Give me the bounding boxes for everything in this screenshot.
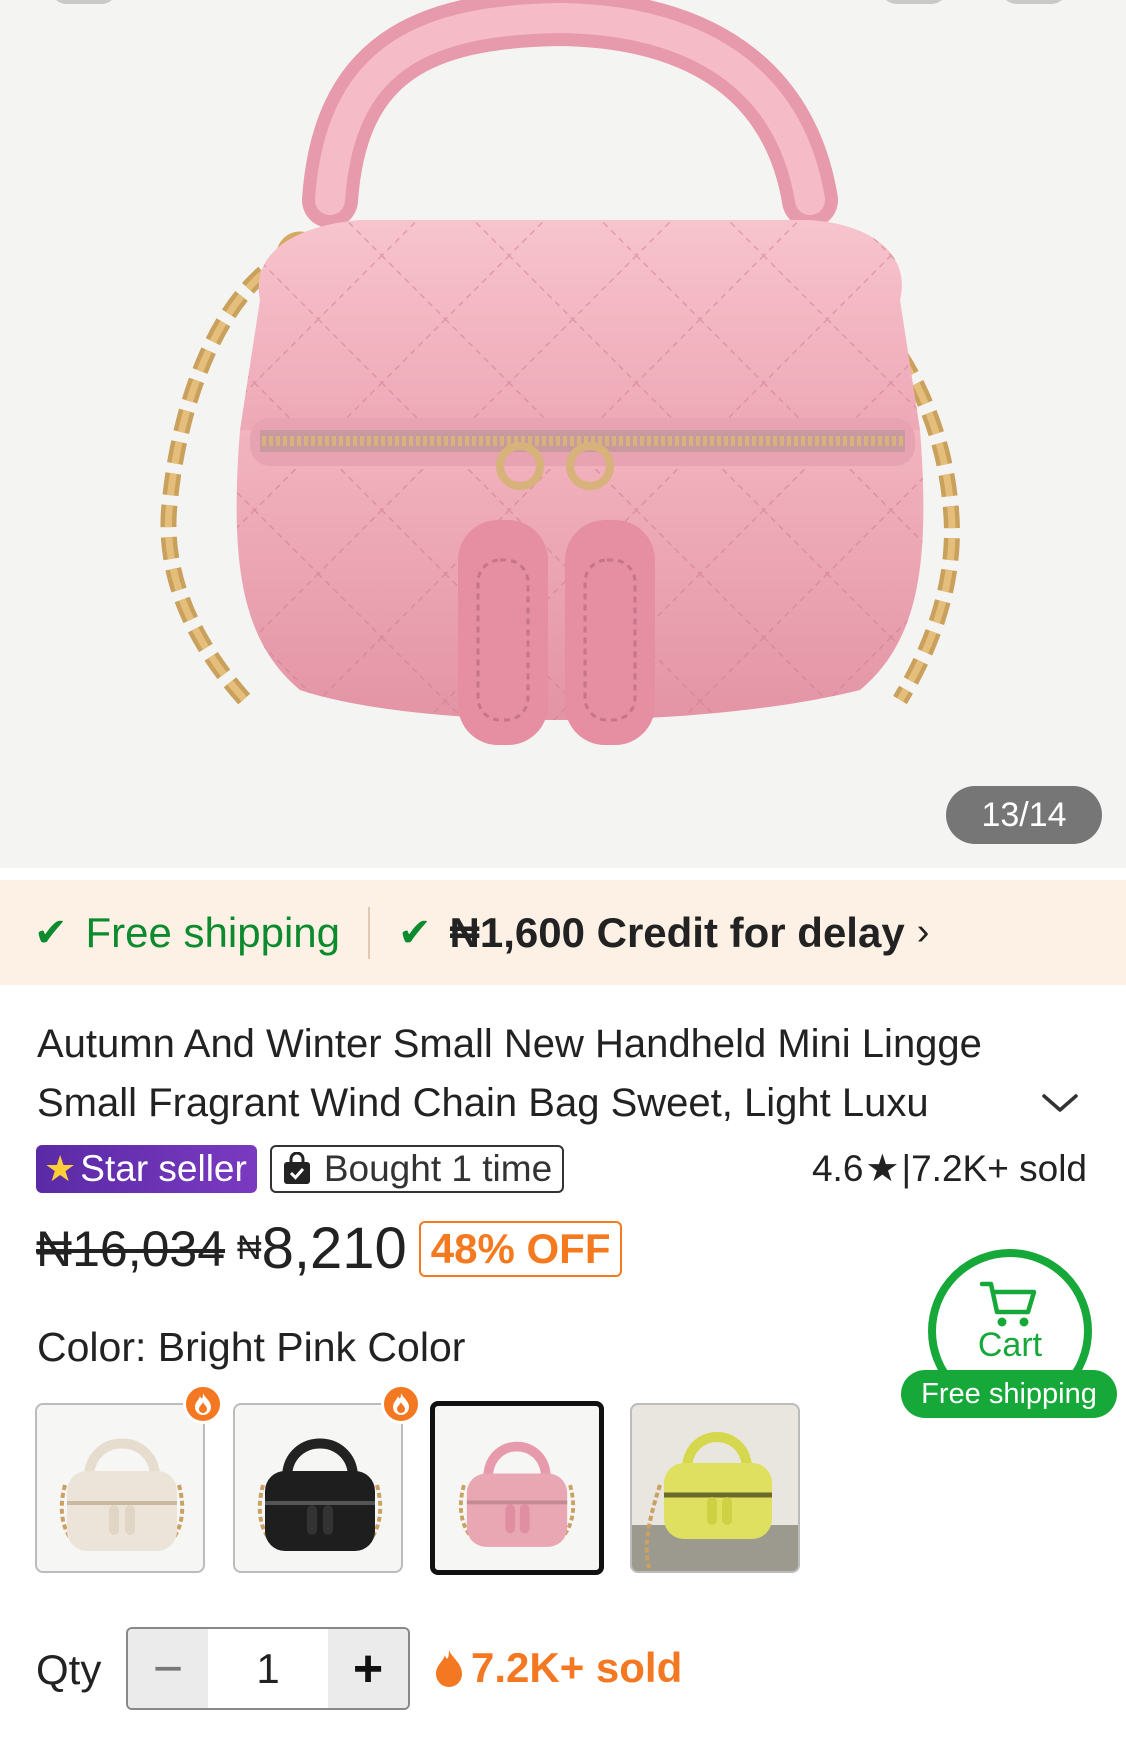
cart-icon[interactable]: [978, 1278, 1040, 1330]
bought-label: Bought 1 time: [323, 1148, 553, 1189]
pink-bag-thumbnail: [458, 1441, 576, 1547]
rating-value: 4.6: [811, 1147, 864, 1189]
color-swatch-cream[interactable]: [35, 1403, 205, 1573]
shopping-bag-check-icon: [283, 1152, 310, 1184]
selected-color-name: Bright Pink Color: [157, 1324, 466, 1370]
check-icon: ✔: [398, 910, 432, 955]
shipping-banner[interactable]: ✔ Free shipping ✔ ₦1,600 Credit for dela…: [0, 880, 1126, 985]
product-title[interactable]: Autumn And Winter Small New Handheld Min…: [37, 1015, 1037, 1133]
image-counter: 13/14: [946, 786, 1102, 844]
rating-divider: |: [901, 1147, 912, 1189]
free-shipping-item[interactable]: ✔ Free shipping: [34, 909, 340, 957]
free-shipping-text: Free shipping: [85, 908, 340, 956]
color-swatch-pink[interactable]: [430, 1401, 604, 1575]
credit-delay-item[interactable]: ✔ ₦1,600 Credit for delay ›: [398, 909, 929, 957]
qty-decrease-button[interactable]: −: [128, 1629, 208, 1708]
color-swatch-black[interactable]: [233, 1403, 403, 1573]
qty-label: Qty: [36, 1646, 102, 1693]
hot-sold-text: 7.2K+ sold: [471, 1644, 683, 1691]
cart-free-shipping-badge[interactable]: Free shipping: [901, 1370, 1117, 1418]
star-icon: ★: [865, 1148, 900, 1190]
bought-badge: Bought 1 time: [269, 1145, 565, 1193]
original-price: ₦16,034: [36, 1220, 226, 1277]
current-price: 8,210: [261, 1216, 407, 1281]
hot-sold-indicator: 7.2K+ sold: [433, 1644, 682, 1692]
color-label-prefix: Color:: [37, 1324, 147, 1370]
check-icon: ✔: [34, 910, 68, 955]
currency-symbol: ₦: [237, 1229, 262, 1267]
banner-divider: [368, 906, 370, 959]
qty-increase-button[interactable]: +: [328, 1629, 408, 1708]
price-row: ₦16,034 ₦ 8,210 48% OFF: [36, 1215, 623, 1282]
cart-label[interactable]: Cart: [928, 1326, 1092, 1365]
sold-count: 7.2K+ sold: [911, 1147, 1087, 1189]
product-image-gallery[interactable]: 13/14: [0, 0, 1126, 868]
product-title-line-1: Autumn And Winter Small New Handheld Min…: [37, 1022, 982, 1066]
badges-row: ★ Star seller Bought 1 time: [36, 1144, 565, 1194]
flame-icon: [436, 1650, 462, 1687]
quantity-stepper[interactable]: − 1 +: [126, 1627, 410, 1710]
black-bag-thumbnail: [257, 1438, 383, 1551]
star-seller-badge[interactable]: ★ Star seller: [36, 1145, 257, 1193]
hot-flame-icon: [381, 1384, 421, 1424]
rating-summary[interactable]: 4.6 ★ | 7.2K+ sold: [812, 1146, 1087, 1191]
star-seller-label: Star seller: [80, 1148, 247, 1189]
chevron-right-icon: ›: [916, 911, 930, 953]
discount-badge: 48% OFF: [418, 1220, 623, 1277]
star-icon: ★: [44, 1148, 77, 1189]
product-title-line-2: Small Fragrant Wind Chain Bag Sweet, Lig…: [37, 1081, 929, 1125]
pink-bag-image: [160, 0, 960, 745]
cream-bag-thumbnail: [59, 1438, 185, 1551]
chevron-down-icon[interactable]: [1040, 1088, 1080, 1118]
color-swatch-yellow[interactable]: [630, 1403, 800, 1573]
hot-flame-icon: [183, 1384, 223, 1424]
credit-delay-text: ₦1,600 Credit for delay: [449, 908, 905, 956]
qty-value[interactable]: 1: [208, 1629, 328, 1708]
color-label: Color: Bright Pink Color: [37, 1324, 465, 1371]
yellow-bag-thumbnail: [632, 1432, 798, 1571]
